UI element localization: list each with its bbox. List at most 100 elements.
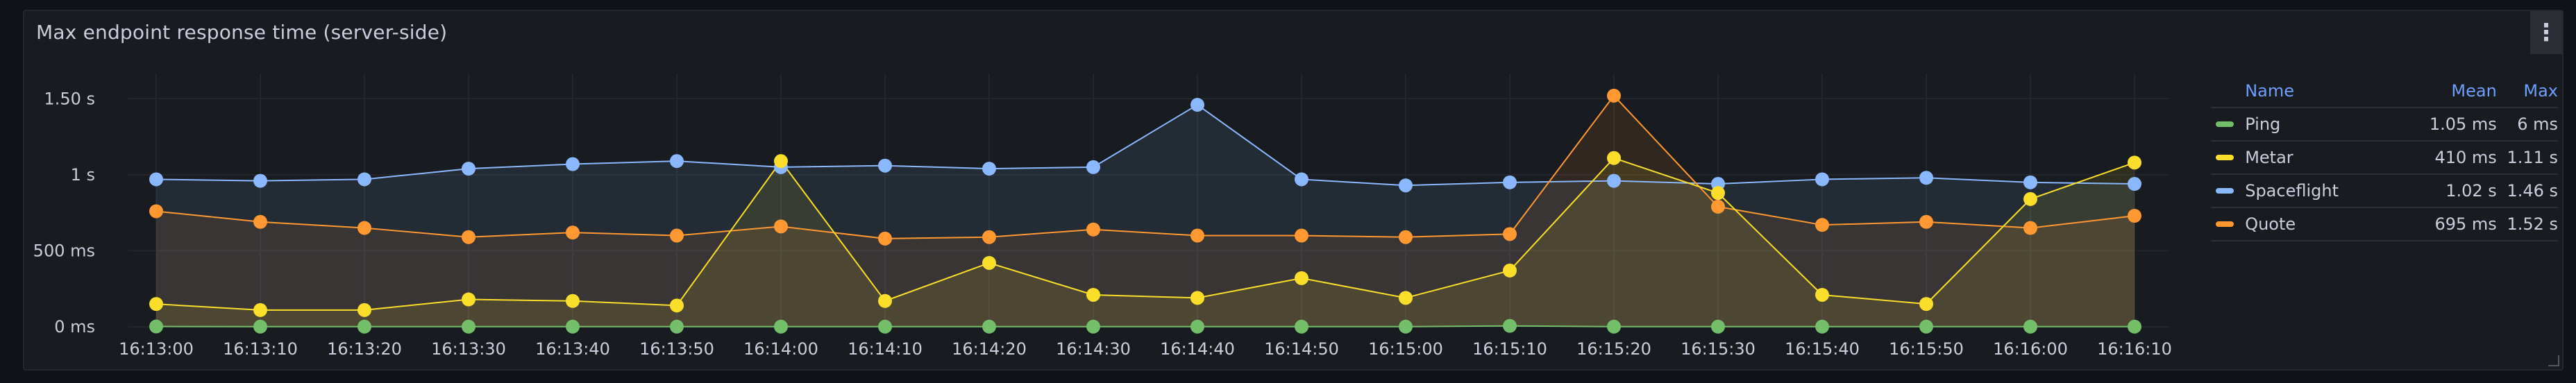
data-point: [982, 319, 996, 334]
data-point: [1711, 319, 1725, 334]
data-point: [1815, 172, 1829, 187]
data-point: [774, 219, 788, 234]
data-point: [1295, 228, 1308, 243]
data-point: [1919, 319, 1933, 334]
data-point: [1399, 230, 1413, 244]
legend-item-mean: 695 ms: [2434, 214, 2497, 234]
data-point: [1295, 172, 1308, 187]
data-point: [982, 230, 996, 244]
data-point: [2128, 177, 2141, 192]
legend-header: Name Mean Max: [2211, 75, 2558, 108]
data-point: [1919, 214, 1933, 229]
x-tick-label: 16:13:10: [223, 339, 298, 359]
legend-item-ping[interactable]: Ping 1.05 ms 6 ms: [2211, 108, 2558, 142]
data-point: [1503, 318, 1517, 333]
data-point: [982, 255, 996, 270]
legend-header-max[interactable]: Max: [2497, 81, 2558, 101]
data-point: [1190, 291, 1204, 305]
data-point: [253, 214, 267, 229]
data-point: [462, 292, 475, 307]
legend-item-name: Ping: [2245, 114, 2281, 134]
data-point: [1607, 88, 1621, 103]
series-line-ping: [155, 325, 2135, 327]
panel-resize-icon[interactable]: [2548, 355, 2559, 366]
legend-item-quote[interactable]: Quote 695 ms 1.52 s: [2211, 208, 2558, 241]
data-point: [1399, 291, 1413, 305]
legend-table: Name Mean Max Ping 1.05 ms 6 ms Metar 41…: [2211, 75, 2558, 241]
legend-item-max: 1.52 s: [2507, 214, 2559, 234]
data-point: [1295, 271, 1308, 285]
data-point: [670, 298, 684, 313]
data-point: [1086, 287, 1100, 302]
data-point: [1086, 222, 1100, 237]
data-point: [2023, 319, 2037, 334]
kebab-vertical-icon: ⋮: [2534, 19, 2558, 46]
x-tick-label: 16:14:50: [1264, 339, 1339, 359]
data-point: [1815, 319, 1829, 334]
y-tick-label: 500 ms: [33, 241, 95, 260]
data-point: [1503, 175, 1517, 189]
data-point: [2128, 319, 2141, 334]
x-tick-label: 16:15:50: [1889, 339, 1964, 359]
y-tick-label: 0 ms: [54, 317, 95, 337]
data-point: [1086, 160, 1100, 174]
data-point: [878, 231, 892, 246]
data-point: [1399, 178, 1413, 193]
data-point: [462, 162, 475, 176]
data-point: [566, 157, 580, 171]
data-point: [357, 303, 371, 317]
legend-header-name[interactable]: Name: [2238, 81, 2408, 101]
data-point: [1919, 297, 1933, 312]
data-point: [670, 154, 684, 169]
data-point: [357, 319, 371, 334]
data-point: [566, 293, 580, 308]
data-point: [566, 319, 580, 334]
data-point: [149, 204, 163, 219]
data-point: [1399, 319, 1413, 334]
series-swatch-icon: [2215, 188, 2234, 194]
data-point: [1607, 173, 1621, 188]
data-point: [1190, 319, 1204, 334]
legend-header-mean[interactable]: Mean: [2408, 81, 2496, 101]
data-point: [1295, 319, 1308, 334]
data-point: [1503, 227, 1517, 241]
data-point: [566, 225, 580, 240]
data-point: [878, 158, 892, 173]
x-tick-label: 16:15:00: [1368, 339, 1443, 359]
line-chart: 0 ms 500 ms 1 s 1.50 s 16:13:00 16:13:10 16:13…: [33, 74, 2172, 359]
data-point: [1711, 199, 1725, 214]
data-point: [149, 319, 163, 334]
x-tick-label: 16:13:30: [431, 339, 506, 359]
data-point: [253, 173, 267, 188]
data-point: [670, 319, 684, 334]
series-swatch-icon: [2215, 155, 2234, 160]
legend-item-metar[interactable]: Metar 410 ms 1.11 s: [2211, 142, 2558, 175]
data-point: [1711, 186, 1725, 201]
x-tick-label: 16:15:40: [1785, 339, 1860, 359]
data-point: [774, 154, 788, 169]
data-point: [149, 172, 163, 187]
x-tick-label: 16:15:30: [1681, 339, 1756, 359]
x-tick-label: 16:14:40: [1160, 339, 1235, 359]
data-point: [878, 319, 892, 334]
data-point: [2023, 221, 2037, 235]
legend-item-mean: 1.02 s: [2445, 181, 2497, 201]
series-swatch-icon: [2215, 121, 2234, 127]
panel-menu-button[interactable]: ⋮: [2530, 11, 2562, 54]
legend-item-mean: 410 ms: [2434, 148, 2497, 167]
data-point: [982, 162, 996, 176]
legend-item-spaceflight[interactable]: Spaceflight 1.02 s 1.46 s: [2211, 175, 2558, 208]
x-tick-label: 16:14:20: [952, 339, 1027, 359]
data-point: [2023, 175, 2037, 189]
data-point: [357, 172, 371, 187]
data-point: [1190, 228, 1204, 243]
x-tick-label: 16:13:50: [639, 339, 714, 359]
series-swatch-icon: [2215, 221, 2234, 227]
data-point: [1919, 171, 1933, 185]
legend-item-max: 6 ms: [2517, 114, 2559, 134]
y-tick-label: 1.50 s: [44, 89, 95, 108]
data-point: [357, 221, 371, 235]
data-point: [1503, 263, 1517, 278]
data-point: [1190, 98, 1204, 112]
x-tick-label: 16:13:00: [119, 339, 194, 359]
